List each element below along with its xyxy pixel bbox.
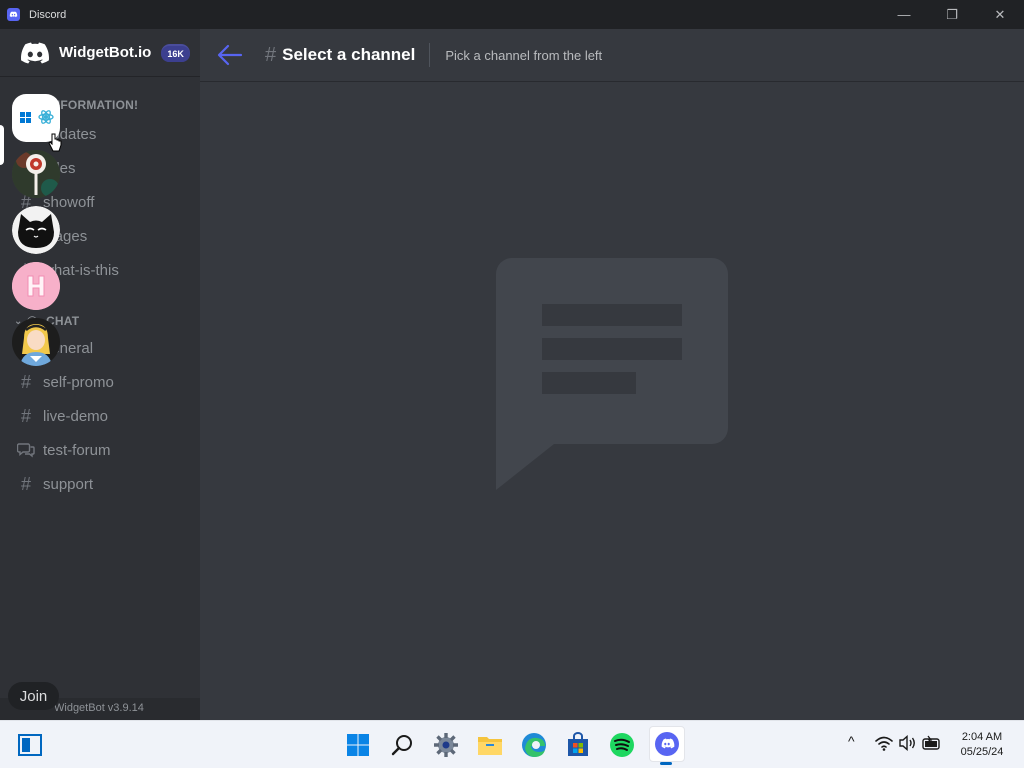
server-pink-h[interactable]: [12, 262, 60, 310]
minimize-button[interactable]: —: [880, 0, 928, 29]
forum-icon: [16, 442, 36, 458]
start-icon[interactable]: [342, 729, 374, 761]
active-server-pill: [0, 125, 4, 165]
task-view-icon[interactable]: [14, 729, 46, 761]
wifi-icon[interactable]: [874, 735, 894, 751]
channel-name: showoff: [43, 193, 95, 211]
channel-test-forum[interactable]: test-forum: [16, 436, 192, 464]
window-title: Discord: [29, 8, 67, 21]
discord-app-icon: [7, 8, 20, 21]
version-label: WidgetBot v3.9.14: [54, 702, 144, 714]
discord-logo-icon: [21, 42, 49, 64]
clock-date: 05/25/24: [960, 746, 1004, 758]
category-information[interactable]: INFORMATION!: [48, 98, 138, 112]
channel-topic: Pick a channel from the left: [445, 47, 603, 63]
close-button[interactable]: ✕: [976, 0, 1024, 29]
hash-icon: #: [20, 405, 31, 426]
active-app-indicator: [660, 762, 672, 765]
discord-icon[interactable]: [649, 726, 685, 762]
channel-self-promo[interactable]: # self-promo: [16, 368, 192, 396]
tray-chevron-icon[interactable]: ^: [848, 733, 855, 749]
settings-icon[interactable]: [430, 729, 462, 761]
main-content: # Select a channel Pick a channel from t…: [200, 29, 1024, 720]
channel-name: support: [43, 475, 94, 493]
file-explorer-icon[interactable]: [474, 729, 506, 761]
channel-name: live-demo: [43, 407, 109, 425]
channel-live-demo[interactable]: # live-demo: [16, 402, 192, 430]
edge-icon[interactable]: [518, 729, 550, 761]
header-divider: [429, 43, 431, 67]
back-arrow-icon[interactable]: [217, 42, 243, 68]
hash-icon: #: [265, 43, 277, 66]
channel-sidebar: WidgetBot.io 16K INFORMATION! # updates …: [0, 29, 200, 720]
windows-taskbar: ^ 2:04 AM 05/25/24: [0, 720, 1024, 768]
volume-icon[interactable]: [899, 735, 917, 751]
channel-name: self-promo: [43, 373, 114, 391]
battery-icon[interactable]: [922, 735, 942, 751]
guild-header[interactable]: WidgetBot.io 16K: [0, 29, 200, 76]
member-count-badge: 16K: [161, 45, 190, 62]
guild-name: WidgetBot.io: [59, 44, 152, 61]
channel-support[interactable]: # support: [16, 470, 192, 498]
search-icon[interactable]: [387, 729, 419, 761]
empty-chat-illustration: [496, 258, 728, 495]
title-bar: Discord — ❐ ✕: [0, 0, 1024, 29]
spotify-icon[interactable]: [606, 729, 638, 761]
system-clock[interactable]: 2:04 AM 05/25/24: [950, 730, 1014, 760]
channel-header: # Select a channel Pick a channel from t…: [200, 29, 1024, 81]
hash-icon: #: [20, 371, 31, 392]
server-black-cat[interactable]: [12, 206, 60, 254]
restore-button[interactable]: ❐: [928, 0, 976, 29]
hash-icon: #: [20, 473, 31, 494]
category-label: INFORMATION!: [48, 98, 139, 112]
store-icon[interactable]: [562, 729, 594, 761]
clock-time: 2:04 AM: [961, 731, 1003, 743]
mouse-cursor-icon: [48, 133, 62, 158]
join-button[interactable]: Join: [8, 682, 59, 710]
server-alice[interactable]: [12, 318, 60, 366]
channel-name: test-forum: [43, 441, 111, 459]
channel-title: Select a channel: [282, 45, 416, 64]
